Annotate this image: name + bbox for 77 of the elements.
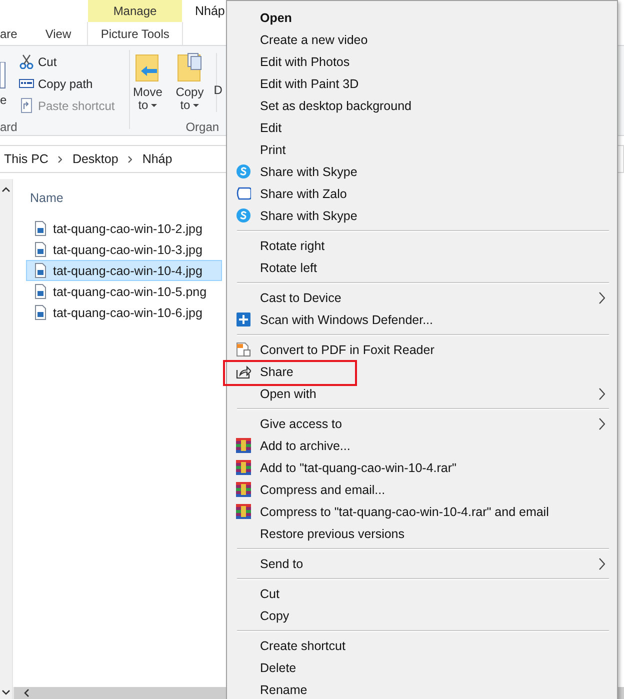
- skype-icon: [236, 164, 251, 179]
- chevron-icon: [128, 156, 132, 162]
- group-label: Organ: [186, 120, 220, 135]
- image-file-icon: [35, 242, 46, 257]
- books-icon: [236, 482, 251, 497]
- image-file-icon: [35, 284, 46, 299]
- column-header[interactable]: Name: [30, 191, 110, 207]
- menu-item[interactable]: Edit with Paint 3D: [227, 73, 617, 95]
- folder-pages-icon: [177, 53, 202, 83]
- breadcrumb[interactable]: Nháp: [142, 152, 172, 166]
- image-file-icon: [35, 263, 46, 278]
- breadcrumb[interactable]: Desktop: [72, 152, 118, 166]
- ribbon-button[interactable]: Copy path: [19, 74, 115, 93]
- ribbon-tab[interactable]: are: [0, 22, 36, 45]
- scissors-icon: [19, 54, 34, 69]
- menu-item[interactable]: Share with Zalo: [227, 183, 617, 205]
- ribbon-button[interactable]: Copy to: [174, 53, 206, 120]
- window-title: Nháp: [195, 3, 225, 20]
- ribbon-tab[interactable]: Picture Tools: [87, 22, 184, 45]
- menu-item[interactable]: Edit with Photos: [227, 51, 617, 73]
- paste-label: e: [0, 93, 8, 107]
- menu-item[interactable]: Compress and email...: [227, 479, 617, 501]
- menu-item[interactable]: Share with Skype: [227, 161, 617, 183]
- menu-item[interactable]: Compress to "tat-quang-cao-win-10-4.rar" and email: [227, 501, 617, 523]
- ribbon-button[interactable]: Move to: [132, 53, 164, 120]
- file-item[interactable]: tat-quang-cao-win-10-2.jpg: [26, 218, 222, 239]
- menu-item[interactable]: Convert to PDF in Foxit Reader: [227, 339, 617, 361]
- menu-item[interactable]: Edit: [227, 117, 617, 139]
- menu-item[interactable]: Rotate right: [227, 235, 617, 257]
- menu-item[interactable]: Rename: [227, 679, 617, 699]
- menu-item[interactable]: Restore previous versions: [227, 523, 617, 545]
- books-icon: [236, 460, 251, 475]
- scroll-down-icon[interactable]: [2, 690, 10, 695]
- menu-item[interactable]: Delete: [227, 657, 617, 679]
- ribbon-button[interactable]: D: [214, 83, 222, 120]
- menu-item[interactable]: Scan with Windows Defender...: [227, 309, 617, 331]
- skype-icon: [236, 208, 251, 223]
- image-file-icon: [35, 305, 46, 320]
- menu-item[interactable]: Rotate left: [227, 257, 617, 279]
- menu-item[interactable]: Share with Skype: [227, 205, 617, 227]
- chat-bubble-icon: [236, 186, 251, 201]
- menu-item[interactable]: Open: [227, 7, 617, 29]
- menu-item[interactable]: Copy: [227, 605, 617, 627]
- scroll-up-icon[interactable]: [2, 187, 10, 192]
- scroll-left-icon[interactable]: [24, 689, 29, 697]
- file-item[interactable]: tat-quang-cao-win-10-4.jpg: [26, 260, 222, 281]
- ribbon-button[interactable]: Cut: [19, 52, 115, 71]
- books-icon: [236, 504, 251, 519]
- menu-item[interactable]: Create shortcut: [227, 635, 617, 657]
- group-label: ard: [0, 120, 18, 135]
- file-item[interactable]: tat-quang-cao-win-10-5.png: [26, 281, 222, 302]
- image-file-icon: [35, 221, 46, 236]
- menu-item[interactable]: Print: [227, 139, 617, 161]
- menu-item[interactable]: Add to "tat-quang-cao-win-10-4.rar": [227, 457, 617, 479]
- menu-item[interactable]: Send to: [227, 553, 617, 575]
- path-icon: [19, 76, 34, 91]
- dropdown-arrow-icon: [193, 104, 200, 107]
- file-item[interactable]: tat-quang-cao-win-10-6.jpg: [26, 302, 222, 323]
- menu-item[interactable]: Cut: [227, 583, 617, 605]
- menu-item[interactable]: Set as desktop background: [227, 95, 617, 117]
- shield-icon: [236, 312, 251, 327]
- chevron-icon: [58, 156, 62, 162]
- contextual-tab-header: Manage: [88, 0, 182, 22]
- menu-item[interactable]: Create a new video: [227, 29, 617, 51]
- share-icon: [236, 364, 251, 379]
- menu-item[interactable]: Give access to: [227, 413, 617, 435]
- breadcrumb[interactable]: This PC: [4, 152, 48, 166]
- shortcut-icon: [19, 98, 34, 113]
- ribbon-tab[interactable]: View: [35, 22, 82, 45]
- menu-item[interactable]: Cast to Device: [227, 287, 617, 309]
- books-icon: [236, 438, 251, 453]
- dropdown-arrow-icon: [151, 104, 158, 107]
- menu-item[interactable]: Add to archive...: [227, 435, 617, 457]
- menu-item[interactable]: Open with: [227, 383, 617, 405]
- menu-item[interactable]: Share: [227, 361, 617, 383]
- document-icon: [236, 342, 251, 357]
- file-item[interactable]: tat-quang-cao-win-10-3.jpg: [26, 239, 222, 260]
